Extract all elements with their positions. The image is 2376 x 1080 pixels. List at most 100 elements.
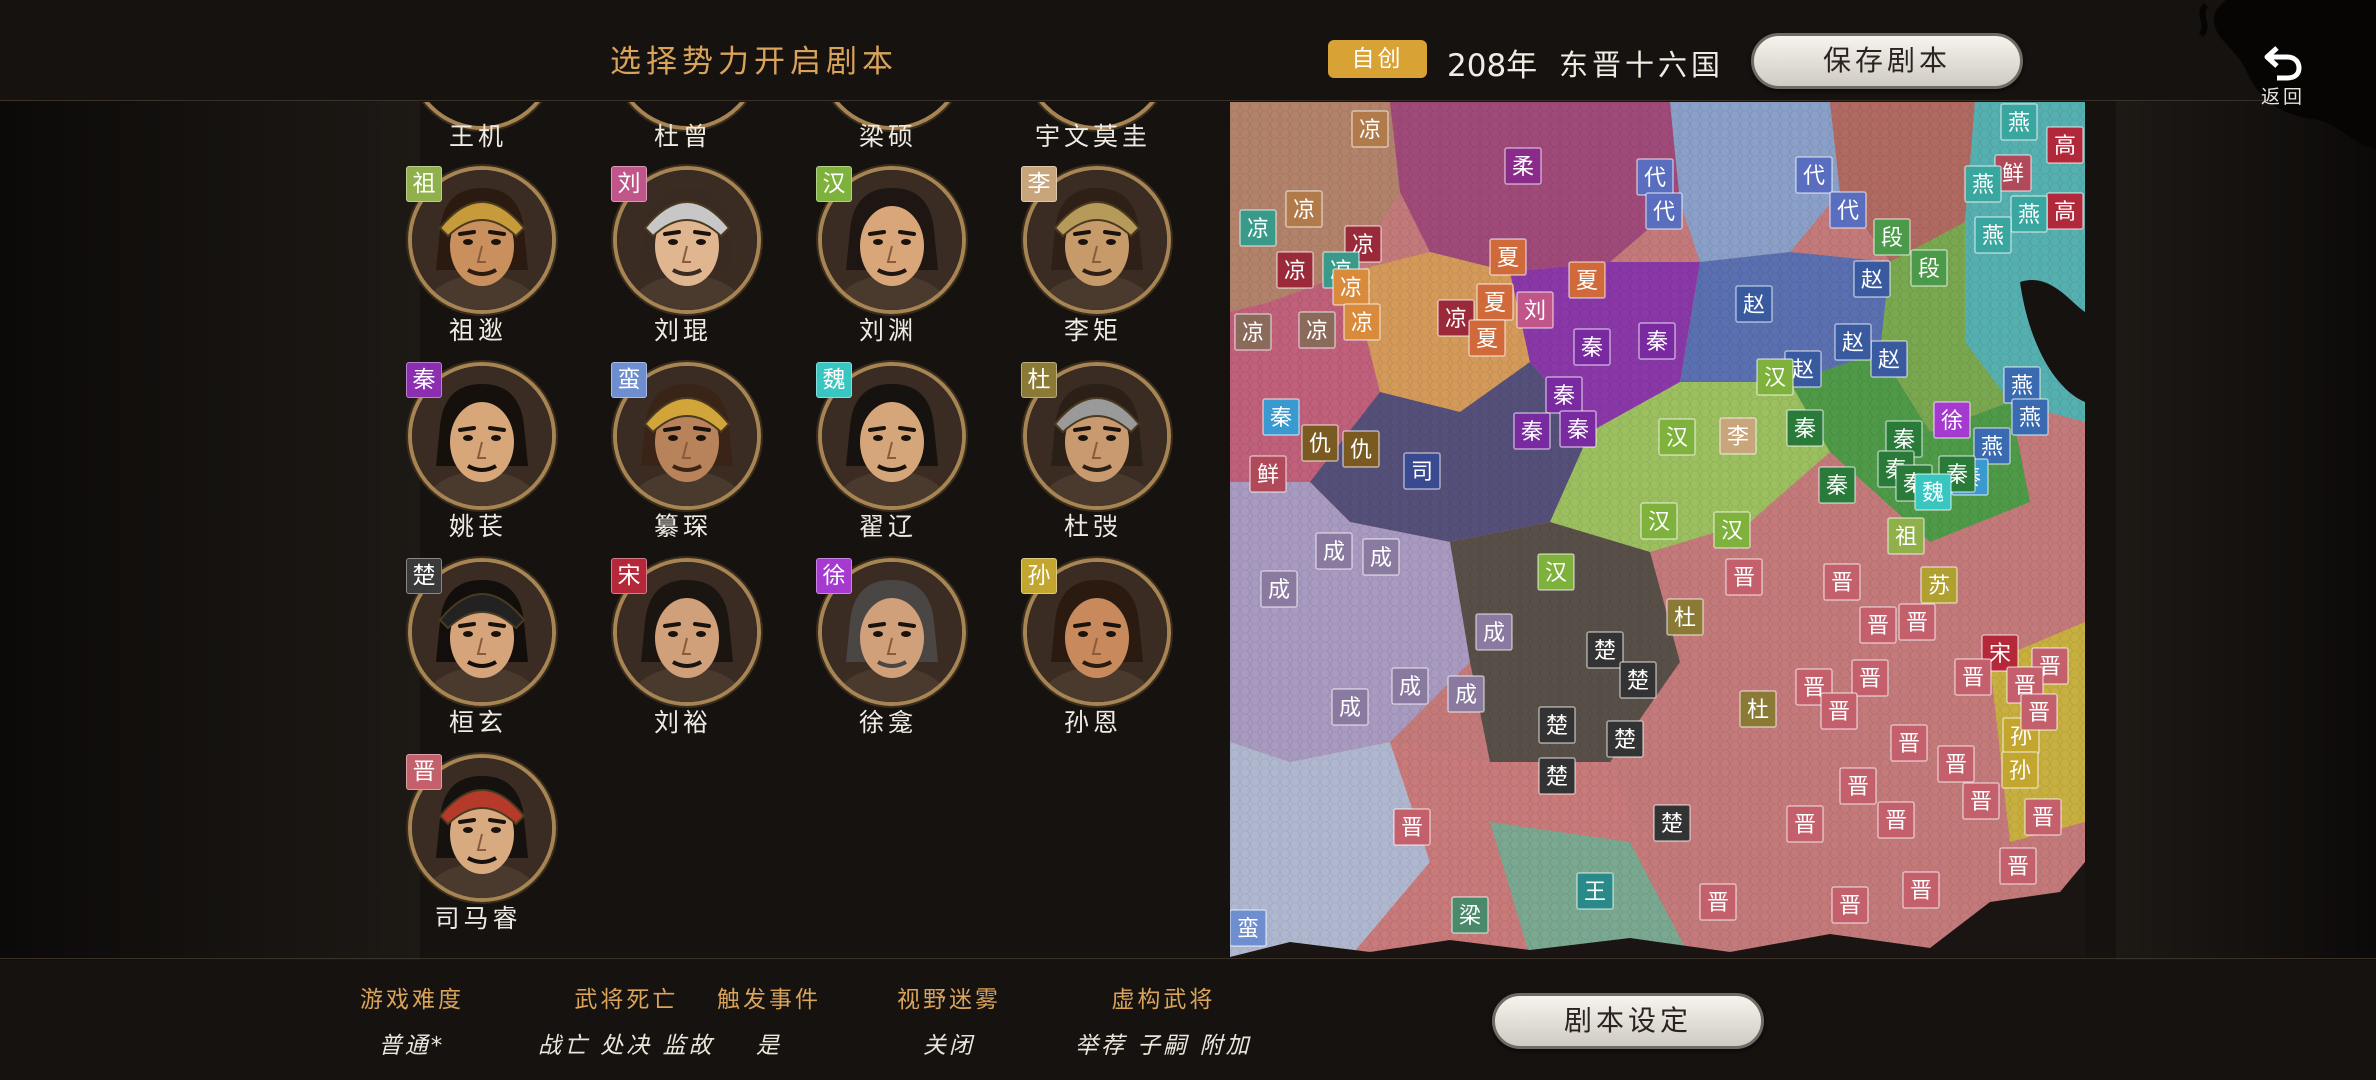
general-card[interactable]: 李李矩 (995, 166, 1175, 356)
territory-label[interactable]: 代 (1829, 191, 1867, 229)
territory-label[interactable]: 仇 (1342, 430, 1380, 468)
territory-label[interactable]: 段 (1910, 249, 1948, 287)
territory-label[interactable]: 楚 (1538, 757, 1576, 795)
territory-label[interactable]: 刘 (1516, 291, 1554, 329)
territory-label[interactable]: 秦 (1818, 466, 1856, 504)
back-button[interactable]: 返回 (2248, 42, 2318, 112)
territory-label[interactable]: 燕 (1964, 165, 2002, 203)
territory-label[interactable]: 晋 (1962, 782, 2000, 820)
territory-label[interactable]: 凉 (1343, 303, 1381, 341)
territory-label[interactable]: 魏 (1914, 473, 1952, 511)
territory-label[interactable]: 晋 (1999, 847, 2037, 885)
territory-label[interactable]: 楚 (1653, 804, 1691, 842)
territory-label[interactable]: 仇 (1301, 424, 1339, 462)
territory-label[interactable]: 王 (1576, 872, 1614, 910)
territory-label[interactable]: 柔 (1504, 147, 1542, 185)
territory-label[interactable]: 高 (2046, 126, 2084, 164)
territory-label[interactable]: 代 (1795, 156, 1833, 194)
territory-label[interactable]: 成 (1475, 613, 1513, 651)
territory-label[interactable]: 秦 (1559, 410, 1597, 448)
general-card[interactable]: 楚桓玄 (380, 558, 560, 748)
territory-label[interactable]: 汉 (1640, 502, 1678, 540)
territory-label[interactable]: 楚 (1586, 631, 1624, 669)
territory-label[interactable]: 孙 (2001, 751, 2039, 789)
territory-label[interactable]: 秦 (1786, 409, 1824, 447)
territory-label[interactable]: 赵 (1853, 260, 1891, 298)
territory-label[interactable]: 赵 (1834, 323, 1872, 361)
territory-label[interactable]: 晋 (1877, 801, 1915, 839)
territory-label[interactable]: 秦 (1545, 376, 1583, 414)
general-card[interactable]: 祖祖逖 (380, 166, 560, 356)
territory-label[interactable]: 晋 (1851, 659, 1889, 697)
territory-label[interactable]: 晋 (1954, 658, 1992, 696)
territory-label[interactable]: 段 (1873, 218, 1911, 256)
territory-label[interactable]: 晋 (1823, 563, 1861, 601)
territory-label[interactable]: 晋 (1699, 883, 1737, 921)
general-card[interactable]: 晋司马睿 (380, 754, 560, 944)
territory-label[interactable]: 杜 (1739, 690, 1777, 728)
territory-label[interactable]: 楚 (1606, 720, 1644, 758)
general-card[interactable]: 秦姚苌 (380, 362, 560, 552)
general-card[interactable]: 徐徐龛 (790, 558, 970, 748)
territory-label[interactable]: 秦 (1262, 398, 1300, 436)
territory-label[interactable]: 燕 (2003, 366, 2041, 404)
territory-label[interactable]: 祖 (1887, 517, 1925, 555)
territory-label[interactable]: 梁 (1451, 896, 1489, 934)
territory-label[interactable]: 杜 (1666, 598, 1704, 636)
territory-label[interactable]: 晋 (1393, 808, 1431, 846)
save-script-button[interactable]: 保存剧本 (1751, 33, 2023, 89)
territory-label[interactable]: 成 (1447, 675, 1485, 713)
territory-label[interactable]: 夏 (1568, 261, 1606, 299)
territory-label[interactable]: 夏 (1476, 283, 1514, 321)
territory-label[interactable]: 楚 (1538, 706, 1576, 744)
script-settings-button[interactable]: 剧本设定 (1492, 993, 1764, 1049)
territory-label[interactable]: 成 (1362, 538, 1400, 576)
territory-map[interactable]: 凉柔代代代代燕高鲜燕高燕燕凉凉凉凉凉凉夏夏刘段段赵赵凉凉凉凉夏夏秦秦赵赵赵汉燕秦… (1230, 102, 2085, 957)
general-card[interactable]: 魏翟辽 (790, 362, 970, 552)
general-card[interactable]: 杜杜弢 (995, 362, 1175, 552)
territory-label[interactable]: 代 (1645, 192, 1683, 230)
territory-label[interactable]: 成 (1315, 532, 1353, 570)
territory-label[interactable]: 晋 (1937, 745, 1975, 783)
territory-label[interactable]: 晋 (1898, 603, 1936, 641)
territory-label[interactable]: 燕 (2011, 398, 2049, 436)
territory-label[interactable]: 晋 (2024, 798, 2062, 836)
territory-label[interactable]: 凉 (1276, 251, 1314, 289)
territory-label[interactable]: 燕 (2010, 195, 2048, 233)
territory-label[interactable]: 汉 (1756, 358, 1794, 396)
territory-label[interactable]: 高 (2046, 192, 2084, 230)
territory-label[interactable]: 夏 (1468, 319, 1506, 357)
territory-label[interactable]: 秦 (1573, 328, 1611, 366)
territory-label[interactable]: 秦 (1513, 412, 1551, 450)
territory-label[interactable]: 汉 (1658, 418, 1696, 456)
territory-label[interactable]: 李 (1719, 417, 1757, 455)
territory-label[interactable]: 晋 (1859, 606, 1897, 644)
territory-label[interactable]: 司 (1403, 452, 1441, 490)
territory-label[interactable]: 夏 (1489, 238, 1527, 276)
territory-label[interactable]: 苏 (1920, 566, 1958, 604)
territory-label[interactable]: 凉 (1285, 190, 1323, 228)
territory-label[interactable]: 汉 (1537, 553, 1575, 591)
territory-label[interactable]: 晋 (1725, 558, 1763, 596)
territory-label[interactable]: 晋 (1902, 871, 1940, 909)
territory-label[interactable]: 成 (1260, 570, 1298, 608)
territory-label[interactable]: 凉 (1351, 110, 1389, 148)
general-card[interactable]: 孙孙恩 (995, 558, 1175, 748)
territory-label[interactable]: 凉 (1234, 313, 1272, 351)
general-card[interactable]: 蛮纂琛 (585, 362, 765, 552)
territory-label[interactable]: 晋 (1890, 724, 1928, 762)
territory-label[interactable]: 鲜 (1249, 455, 1287, 493)
scenario-map[interactable]: 凉柔代代代代燕高鲜燕高燕燕凉凉凉凉凉凉夏夏刘段段赵赵凉凉凉凉夏夏秦秦赵赵赵汉燕秦… (1230, 102, 2085, 957)
territory-label[interactable]: 凉 (1298, 311, 1336, 349)
territory-label[interactable]: 凉 (1239, 209, 1277, 247)
territory-label[interactable]: 晋 (2020, 693, 2058, 731)
territory-label[interactable]: 晋 (1786, 805, 1824, 843)
general-card[interactable]: 刘刘琨 (585, 166, 765, 356)
territory-label[interactable]: 代 (1636, 158, 1674, 196)
general-card[interactable]: 宋刘裕 (585, 558, 765, 748)
general-card[interactable]: 汉刘渊 (790, 166, 970, 356)
territory-label[interactable]: 楚 (1619, 661, 1657, 699)
territory-label[interactable]: 晋 (1839, 767, 1877, 805)
territory-label[interactable]: 赵 (1735, 285, 1773, 323)
territory-label[interactable]: 晋 (1820, 692, 1858, 730)
